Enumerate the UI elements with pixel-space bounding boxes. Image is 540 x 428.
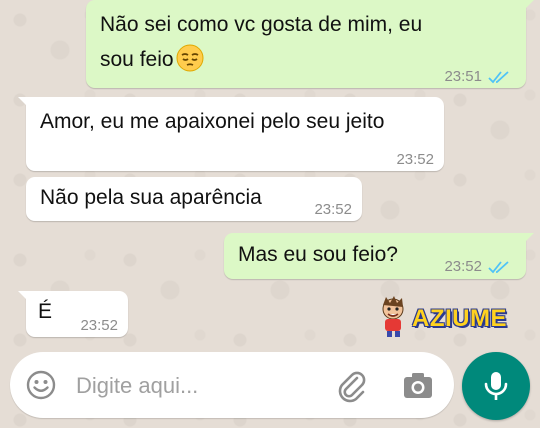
message-meta: 23:52 — [314, 195, 352, 225]
message-text: Mas eu sou feio? — [238, 243, 398, 266]
message-meta: 23:52 — [444, 252, 510, 282]
camera-icon — [404, 373, 432, 398]
message-meta: 23:52 — [396, 145, 434, 175]
message-input[interactable] — [74, 368, 328, 404]
message-time: 23:52 — [396, 151, 434, 168]
message-meta: 23:52 — [80, 311, 118, 341]
read-ticks-icon — [488, 71, 509, 84]
message-text: É — [38, 300, 53, 323]
message-bubble-incoming[interactable]: Não pela sua aparência 23:52 — [26, 177, 362, 221]
pensive-face-emoji — [176, 44, 204, 72]
message-bubble-incoming[interactable]: Amor, eu me apaixonei pelo seu jeito 23:… — [18, 97, 444, 171]
emoji-icon — [26, 370, 56, 400]
message-text: Não pela sua aparência — [40, 186, 262, 209]
message-bubble-incoming[interactable]: É 23:52 — [18, 291, 128, 337]
watermark-logo: AZIUME — [376, 295, 516, 337]
watermark-text: AZIUME — [412, 305, 507, 332]
read-ticks-icon — [488, 261, 509, 274]
camera-button[interactable] — [400, 368, 436, 404]
emoji-button[interactable] — [24, 368, 58, 402]
voice-record-button[interactable] — [462, 352, 530, 420]
mascot-icon — [382, 296, 404, 337]
microphone-icon — [484, 372, 508, 400]
attach-button[interactable] — [334, 368, 370, 404]
message-time: 23:52 — [80, 317, 118, 334]
paperclip-icon — [338, 371, 366, 403]
message-text: sou feio — [100, 44, 204, 75]
message-text: Amor, eu me apaixonei pelo seu jeito — [40, 110, 385, 133]
message-time: 23:52 — [444, 258, 482, 275]
message-time: 23:51 — [444, 68, 482, 85]
message-bubble-outgoing[interactable]: Não sei como vc gosta de mim, eu sou fei… — [86, 0, 534, 88]
message-time: 23:52 — [314, 201, 352, 218]
message-composer — [10, 352, 454, 418]
message-text: Não sei como vc gosta de mim, eu — [100, 13, 423, 36]
message-bubble-outgoing[interactable]: Mas eu sou feio? 23:52 — [224, 233, 534, 282]
message-meta: 23:51 — [444, 62, 510, 92]
